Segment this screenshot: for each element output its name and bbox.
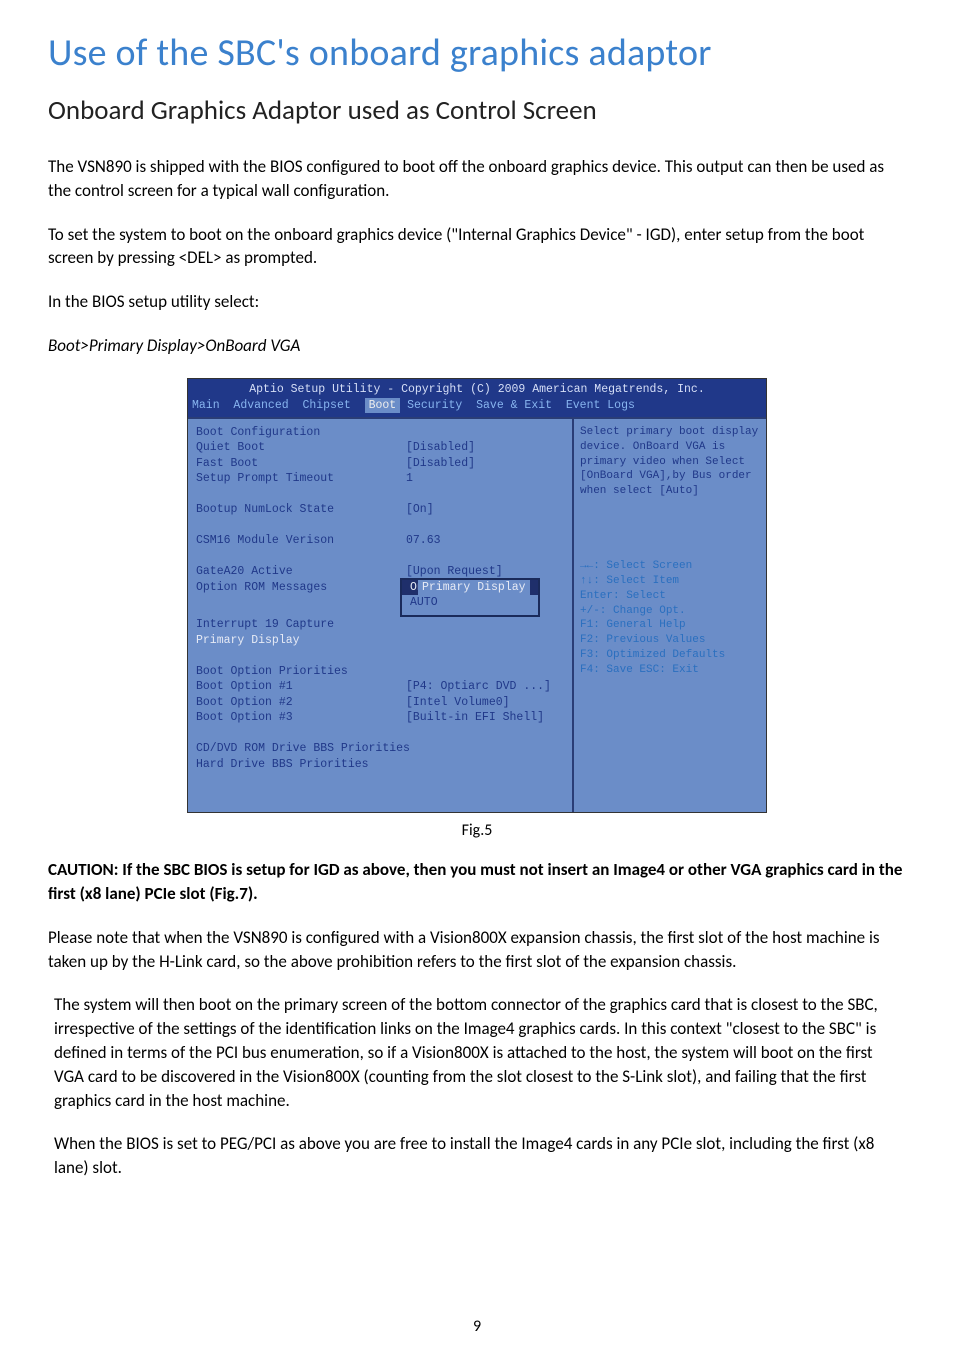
bios-section: Boot Configuration [196,425,406,441]
page-title: Use of the SBC's onboard graphics adapto… [48,30,906,76]
bios-bo2-label: Boot Option #2 [196,695,406,711]
body-paragraph: In the BIOS setup utility select: [48,290,906,314]
bios-priorities-label: Boot Option Priorities [196,664,406,680]
body-paragraph: The system will then boot on the primary… [48,993,906,1112]
bios-menu-boot: Boot [365,398,401,413]
bios-csm-val: 07.63 [406,533,441,549]
bios-gate-label: GateA20 Active [196,564,406,580]
caution-text: CAUTION: If the SBC BIOS is setup for IG… [48,858,906,906]
bios-key-hint: ↑↓: Select Item [580,574,762,589]
bios-popup-option: AUTO [402,595,538,611]
bios-fast-val: [Disabled] [406,456,475,472]
body-paragraph: The VSN890 is shipped with the BIOS conf… [48,155,906,203]
bios-header: Aptio Setup Utility - Copyright (C) 2009… [188,379,766,398]
figure-caption: Fig.5 [48,821,906,840]
bios-bo3-label: Boot Option #3 [196,710,406,726]
bios-menu-main: Main [192,399,220,412]
bios-key-hint: F2: Previous Values [580,633,762,648]
body-paragraph: Please note that when the VSN890 is conf… [48,926,906,974]
bios-menu-chipset: Chipset [302,399,350,412]
bios-key-hint: →←: Select Screen [580,559,762,574]
bios-quiet-label: Quiet Boot [196,440,406,456]
bios-timeout-label: Setup Prompt Timeout [196,471,406,487]
bios-screenshot: Aptio Setup Utility - Copyright (C) 2009… [48,378,906,813]
body-paragraph: When the BIOS is set to PEG/PCI as above… [48,1132,906,1180]
bios-numlock-val: [On] [406,502,434,518]
bios-key-hint: F4: Save ESC: Exit [580,663,762,678]
bios-help-text: Select primary boot display device. OnBo… [580,425,762,499]
bios-left-pane: Boot Configuration Quiet Boot[Disabled] … [188,419,574,812]
bios-menu-bar: Main Advanced Chipset Boot Security Save… [188,397,766,417]
bios-key-hint: F3: Optimized Defaults [580,648,762,663]
bios-menu-advanced: Advanced [233,399,288,412]
bios-popup: Primary Display OnBoard VGA AUTO [400,578,540,617]
body-paragraph: To set the system to boot on the onboard… [48,223,906,271]
bios-cddvd-label: CD/DVD ROM Drive BBS Priorities [196,741,410,757]
bios-csm-label: CSM16 Module Verison [196,533,406,549]
bios-rom-label: Option ROM Messages [196,580,406,617]
bios-fast-label: Fast Boot [196,456,406,472]
bios-key-hint: F1: General Help [580,618,762,633]
bios-bo3-val: [Built-in EFI Shell] [406,710,544,726]
bios-popup-title: Primary Display [418,580,530,596]
bios-right-pane: Select primary boot display device. OnBo… [574,419,766,812]
bios-menu-event: Event Logs [566,399,635,412]
bios-path: Boot>Primary Display>OnBoard VGA [48,334,906,358]
bios-primary-label: Primary Display [196,633,406,649]
bios-menu-save: Save & Exit [476,399,552,412]
bios-numlock-label: Bootup NumLock State [196,502,406,518]
section-heading: Onboard Graphics Adaptor used as Control… [48,94,906,127]
bios-menu-security: Security [407,399,462,412]
bios-int19-label: Interrupt 19 Capture [196,617,406,633]
bios-bo2-val: [Intel Volume0] [406,695,510,711]
bios-timeout-val: 1 [406,471,413,487]
page-number: 9 [0,1317,954,1336]
bios-key-hint: +/-: Change Opt. [580,604,762,619]
bios-quiet-val: [Disabled] [406,440,475,456]
bios-bo1-val: [P4: Optiarc DVD ...] [406,679,551,695]
bios-hdd-label: Hard Drive BBS Priorities [196,757,369,773]
bios-bo1-label: Boot Option #1 [196,679,406,695]
bios-key-hint: Enter: Select [580,589,762,604]
